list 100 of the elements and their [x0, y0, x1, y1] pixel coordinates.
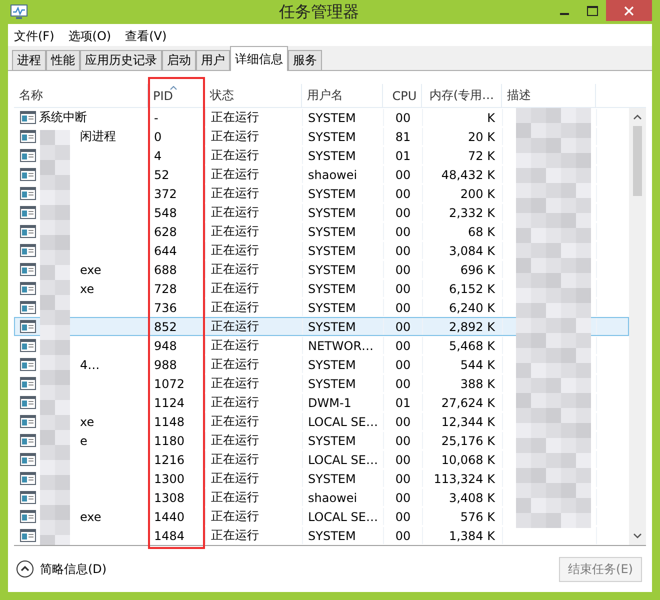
table-cell: SYSTEM: [303, 204, 384, 221]
table-cell: 正在运行: [206, 185, 303, 202]
column-header[interactable]: 描述: [502, 84, 596, 107]
table-cell: 正在运行: [206, 128, 303, 145]
window-icon: [20, 149, 36, 162]
menu-item[interactable]: 选项(O): [68, 28, 112, 44]
table-cell: 5,468 K: [423, 337, 503, 354]
table-cell: NETWOR…: [303, 337, 384, 354]
menu-item[interactable]: 文件(F): [14, 28, 54, 44]
table-cell: 正在运行: [206, 204, 303, 221]
process-name: xe: [80, 414, 94, 428]
window-icon: [20, 472, 36, 485]
table-cell: 正在运行: [206, 489, 303, 506]
scroll-up-icon[interactable]: [633, 114, 642, 120]
table-cell: SYSTEM: [303, 109, 384, 126]
table-cell: 00: [384, 375, 423, 392]
table-cell: 01: [384, 147, 423, 164]
table-cell: 1180: [149, 432, 206, 449]
window-icon: [20, 320, 36, 333]
table-cell: 正在运行: [206, 109, 303, 126]
table-cell: 00: [384, 413, 423, 430]
process-name: 4…: [80, 358, 100, 372]
table-cell: SYSTEM: [303, 299, 384, 316]
column-header[interactable]: 用户名: [302, 84, 383, 107]
table-cell: 00: [384, 223, 423, 240]
menu-item[interactable]: 查看(V): [125, 28, 167, 44]
table-cell: SYSTEM: [303, 356, 384, 373]
scroll-down-icon[interactable]: [633, 533, 642, 539]
tab[interactable]: 应用历史记录: [80, 50, 162, 70]
table-cell: 1216: [149, 451, 206, 468]
table-cell: 988: [149, 356, 206, 373]
table-cell: SYSTEM: [303, 318, 384, 335]
table-cell: 2,892 K: [423, 318, 503, 335]
table-cell: 1300: [149, 470, 206, 487]
tab[interactable]: 用户: [196, 50, 230, 70]
window-icon: [20, 130, 36, 143]
table-cell: LOCAL SE…: [303, 413, 384, 430]
process-name: exe: [80, 262, 102, 276]
table-cell: 00: [384, 489, 423, 506]
table-cell: 1124: [149, 394, 206, 411]
table-cell: 27,624 K: [423, 394, 503, 411]
table-cell: 3,084 K: [423, 242, 503, 259]
table-cell: 25,176 K: [423, 432, 503, 449]
table-cell: 正在运行: [206, 261, 303, 278]
column-header[interactable]: PID: [148, 84, 205, 107]
table-cell: DWM-1: [303, 394, 384, 411]
column-header[interactable]: 状态: [205, 84, 302, 107]
table-cell: 2,332 K: [423, 204, 503, 221]
table-cell: 1440: [149, 508, 206, 525]
column-header[interactable]: CPU: [383, 84, 422, 107]
table-cell: 736: [149, 299, 206, 316]
table-cell: 正在运行: [206, 394, 303, 411]
table-cell: 388 K: [423, 375, 503, 392]
table-cell: 6,152 K: [423, 280, 503, 297]
table-cell: 00: [384, 356, 423, 373]
table-cell: 113,324 K: [423, 470, 503, 487]
table-cell: SYSTEM: [303, 128, 384, 145]
table-cell: 正在运行: [206, 432, 303, 449]
table-cell: 01: [384, 394, 423, 411]
table-cell: 12,344 K: [423, 413, 503, 430]
table-cell: 548: [149, 204, 206, 221]
table-cell: 正在运行: [206, 242, 303, 259]
window-icon: [20, 529, 36, 542]
scroll-thumb[interactable]: [633, 126, 642, 196]
table-cell: SYSTEM: [303, 223, 384, 240]
table-cell: 正在运行: [206, 508, 303, 525]
table-cell: 72 K: [423, 147, 503, 164]
window-icon: [20, 453, 36, 466]
close-button[interactable]: [606, 0, 652, 21]
table-cell: 正在运行: [206, 527, 303, 544]
process-name: exe: [80, 510, 102, 524]
table-cell: 正在运行: [206, 223, 303, 240]
table-cell: 200 K: [423, 185, 503, 202]
process-name: e: [80, 434, 88, 448]
table-cell: 1308: [149, 489, 206, 506]
window-icon: [20, 263, 36, 276]
table-cell: LOCAL SE…: [303, 508, 384, 525]
tab[interactable]: 性能: [46, 50, 80, 70]
table-cell: 00: [384, 318, 423, 335]
window-icon: [20, 301, 36, 314]
tab[interactable]: 详细信息: [230, 46, 288, 71]
tab[interactable]: 进程: [12, 50, 46, 70]
table-cell: 3,408 K: [423, 489, 503, 506]
table-cell: 正在运行: [206, 318, 303, 335]
column-header[interactable]: 名称: [14, 84, 148, 107]
table-cell: 00: [384, 299, 423, 316]
table-cell: 628: [149, 223, 206, 240]
tab[interactable]: 启动: [162, 50, 196, 70]
window-icon: [20, 168, 36, 181]
tab[interactable]: 服务: [288, 50, 322, 70]
table-cell: 728: [149, 280, 206, 297]
table-cell: 696 K: [423, 261, 503, 278]
table-cell: 00: [384, 109, 423, 126]
table-cell: 正在运行: [206, 451, 303, 468]
table-cell: 4: [149, 147, 206, 164]
table-cell: SYSTEM: [303, 147, 384, 164]
column-header[interactable]: 内存(专用…: [422, 84, 502, 107]
table-cell: 68 K: [423, 223, 503, 240]
table-cell: SYSTEM: [303, 185, 384, 202]
details-toggle[interactable]: 简略信息(D): [16, 560, 107, 578]
